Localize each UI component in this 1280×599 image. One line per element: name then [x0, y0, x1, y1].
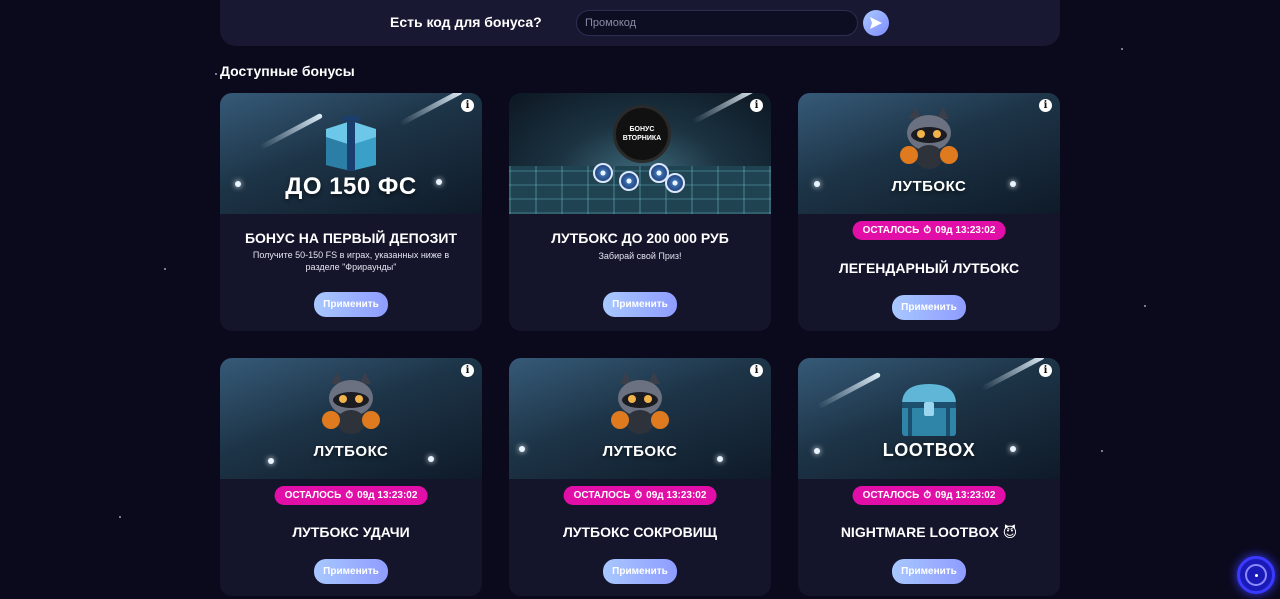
- apply-button[interactable]: Применить: [603, 292, 677, 317]
- bonus-title: ЛУТБОКС УДАЧИ: [292, 524, 410, 540]
- bonus-title: ЛУТБОКС ДО 200 000 РУБ: [551, 230, 729, 246]
- floor-decoration: [509, 166, 771, 214]
- timer-icon: ⏱: [923, 490, 932, 501]
- bonus-description: Получите 50-150 FS в играх, указанных ни…: [252, 250, 450, 272]
- raccoon-icon: [322, 372, 380, 434]
- timer-badge: ОСТАЛОСЬ ⏱ 09д 13:23:02: [852, 221, 1006, 240]
- chip-icon: [593, 163, 613, 183]
- info-icon[interactable]: i: [1039, 99, 1052, 112]
- bonus-banner: ЛУТБОКС i: [798, 93, 1060, 214]
- help-icon: [1245, 564, 1267, 586]
- help-chat-button[interactable]: [1237, 556, 1275, 594]
- raccoon-icon: [611, 372, 669, 434]
- bonus-title: ЛУТБОКС СОКРОВИЩ: [562, 524, 718, 540]
- background-star: [1144, 305, 1146, 307]
- promo-code-input[interactable]: [576, 10, 858, 36]
- comet-decoration: [691, 93, 757, 125]
- promo-question: Есть код для бонуса?: [390, 14, 542, 30]
- banner-text: ДО 150 ФС: [285, 173, 417, 200]
- bonus-banner: ЛУТБОКС i: [509, 358, 771, 479]
- chip-icon: [665, 173, 685, 193]
- timer-value: 09д 13:23:02: [646, 490, 707, 501]
- bonus-card: БОНУС ВТОРНИКА i ЛУТБОКС ДО 200 000 РУБ …: [509, 93, 771, 331]
- banner-text: ЛУТБОКС: [602, 443, 678, 460]
- send-icon: [870, 17, 882, 29]
- bonus-title: ЛЕГЕНДАРНЫЙ ЛУТБОКС: [838, 260, 1020, 276]
- bonus-card: ЛУТБОКС i ОСТАЛОСЬ ⏱ 09д 13:23:02 ЛУТБОК…: [509, 358, 771, 596]
- bonus-title: БОНУС НА ПЕРВЫЙ ДЕПОЗИТ: [244, 230, 458, 246]
- promo-code-bar: Есть код для бонуса?: [220, 0, 1060, 46]
- bonus-banner: ЛУТБОКС i: [220, 358, 482, 479]
- bonus-title: NIGHTMARE LOOTBOX 😈: [840, 524, 1018, 540]
- timer-label: ОСТАЛОСЬ: [862, 225, 920, 236]
- bonus-card: LOOTBOX i ОСТАЛОСЬ ⏱ 09д 13:23:02 NIGHTM…: [798, 358, 1060, 596]
- info-icon[interactable]: i: [461, 99, 474, 112]
- timer-value: 09д 13:23:02: [935, 490, 996, 501]
- tuesday-token: БОНУС ВТОРНИКА: [613, 105, 671, 163]
- info-icon[interactable]: i: [750, 99, 763, 112]
- background-star: [1121, 48, 1123, 50]
- timer-icon: ⏱: [923, 225, 932, 236]
- apply-button[interactable]: Применить: [892, 295, 966, 320]
- background-star: [1101, 450, 1103, 452]
- banner-text: ЛУТБОКС: [313, 443, 389, 460]
- timer-icon: ⏱: [634, 490, 643, 501]
- info-icon[interactable]: i: [750, 364, 763, 377]
- timer-value: 09д 13:23:02: [357, 490, 418, 501]
- timer-badge: ОСТАЛОСЬ ⏱ 09д 13:23:02: [274, 486, 428, 505]
- apply-button[interactable]: Применить: [603, 559, 677, 584]
- timer-badge: ОСТАЛОСЬ ⏱ 09д 13:23:02: [852, 486, 1006, 505]
- timer-badge: ОСТАЛОСЬ ⏱ 09д 13:23:02: [563, 486, 717, 505]
- timer-label: ОСТАЛОСЬ: [284, 490, 342, 501]
- comet-decoration: [258, 112, 324, 151]
- info-icon[interactable]: i: [461, 364, 474, 377]
- treasure-chest-icon: [902, 384, 956, 436]
- background-star: [215, 73, 217, 75]
- comet-decoration: [398, 93, 464, 127]
- timer-label: ОСТАЛОСЬ: [862, 490, 920, 501]
- bonus-card: ЛУТБОКС i ОСТАЛОСЬ ⏱ 09д 13:23:02 ЛУТБОК…: [220, 358, 482, 596]
- background-star: [119, 516, 121, 518]
- bonus-banner: LOOTBOX i: [798, 358, 1060, 479]
- gift-box-icon: [326, 115, 376, 171]
- bonus-banner: ДО 150 ФС i: [220, 93, 482, 214]
- chip-icon: [619, 171, 639, 191]
- banner-text: ЛУТБОКС: [891, 178, 967, 195]
- apply-button[interactable]: Применить: [892, 559, 966, 584]
- bonus-card: ДО 150 ФС i БОНУС НА ПЕРВЫЙ ДЕПОЗИТ Полу…: [220, 93, 482, 331]
- bonus-description: Забирай свой Приз!: [598, 251, 682, 261]
- apply-button[interactable]: Применить: [314, 292, 388, 317]
- section-title: Доступные бонусы: [220, 63, 355, 79]
- background-star: [164, 268, 166, 270]
- bonus-banner: БОНУС ВТОРНИКА i: [509, 93, 771, 214]
- timer-icon: ⏱: [345, 490, 354, 501]
- comet-decoration: [816, 371, 882, 410]
- bonus-card: ЛУТБОКС i ОСТАЛОСЬ ⏱ 09д 13:23:02 ЛЕГЕНД…: [798, 93, 1060, 331]
- banner-text: LOOTBOX: [882, 440, 976, 460]
- info-icon[interactable]: i: [1039, 364, 1052, 377]
- timer-value: 09д 13:23:02: [935, 225, 996, 236]
- timer-label: ОСТАЛОСЬ: [573, 490, 631, 501]
- raccoon-icon: [900, 107, 958, 169]
- comet-decoration: [980, 358, 1046, 392]
- apply-button[interactable]: Применить: [314, 559, 388, 584]
- promo-send-button[interactable]: [863, 10, 889, 36]
